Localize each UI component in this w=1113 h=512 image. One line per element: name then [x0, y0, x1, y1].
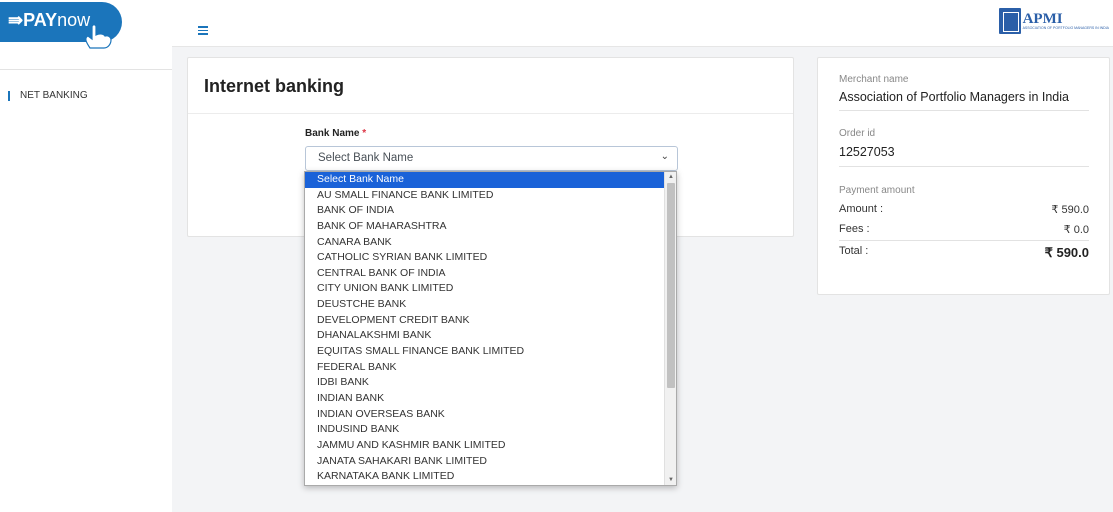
bank-option[interactable]: JANATA SAHAKARI BANK LIMITED [305, 454, 676, 470]
total-label: Total : [839, 245, 869, 257]
sidebar: ⇛PAYnow NET BANKING [0, 0, 172, 512]
order-id-value: 12527053 [839, 145, 895, 159]
fees-label: Fees : [839, 223, 870, 235]
paynow-logo[interactable]: ⇛PAYnow [0, 2, 122, 49]
bank-option[interactable]: KARNATAKA BANK LIMITED [305, 469, 676, 485]
bank-option[interactable]: EQUITAS SMALL FINANCE BANK LIMITED [305, 344, 676, 360]
summary-divider [839, 240, 1089, 241]
amount-row: Amount : ₹ 590.0 [839, 203, 1089, 216]
bank-option[interactable]: BANK OF INDIA [305, 203, 676, 219]
fees-value: ₹ 0.0 [1063, 224, 1089, 236]
bank-select[interactable]: Select Bank Name ⌄ [305, 146, 678, 171]
summary-divider [839, 110, 1089, 111]
bank-option[interactable]: FEDERAL BANK [305, 360, 676, 376]
order-id-label: Order id [839, 128, 876, 139]
hand-pointer-icon [85, 24, 112, 49]
bank-option[interactable]: CENTRAL BANK OF INDIA [305, 266, 676, 282]
summary-divider [839, 166, 1089, 167]
total-row: Total : ₹ 590.0 [839, 245, 1089, 261]
merchant-name-label: Merchant name [839, 74, 909, 85]
sidebar-item-label: NET BANKING [20, 90, 88, 101]
bank-option[interactable]: Select Bank Name [305, 172, 676, 188]
bank-option[interactable]: DEUSTCHE BANK [305, 297, 676, 313]
bank-name-label: Bank Name * [305, 128, 367, 139]
bank-dropdown-list[interactable]: Select Bank Name AU SMALL FINANCE BANK LI… [304, 171, 677, 486]
bank-select-value: Select Bank Name [318, 152, 414, 164]
bank-option[interactable]: DEVELOPMENT CREDIT BANK [305, 313, 676, 329]
fees-row: Fees : ₹ 0.0 [839, 223, 1089, 236]
bank-option[interactable]: JAMMU AND KASHMIR BANK LIMITED [305, 438, 676, 454]
order-summary-card: Merchant name Association of Portfolio M… [817, 57, 1110, 295]
sidebar-divider [0, 69, 172, 70]
merchant-name-value: Association of Portfolio Managers in Ind… [839, 90, 1069, 104]
total-value: ₹ 590.0 [1044, 245, 1089, 260]
top-bar: APMI ASSOCIATION OF PORTFOLIO MANAGERS I… [172, 0, 1113, 47]
arrow-icon: ⇛ [8, 10, 24, 30]
apmi-title: APMI [1022, 10, 1063, 27]
bank-option[interactable]: INDIAN OVERSEAS BANK [305, 407, 676, 423]
chevron-down-icon: ⌄ [660, 151, 669, 162]
bank-option[interactable]: IDBI BANK [305, 375, 676, 391]
dropdown-scrollbar[interactable]: ▲ ▼ [664, 172, 676, 485]
bank-option[interactable]: CANARA BANK [305, 235, 676, 251]
amount-label: Amount : [839, 203, 884, 215]
page-title: Internet banking [204, 76, 345, 96]
bank-option[interactable]: DHANALAKSHMI BANK [305, 328, 676, 344]
scroll-up-icon[interactable]: ▲ [665, 172, 676, 182]
bank-option[interactable]: BANK OF MAHARASHTRA [305, 219, 676, 235]
bank-option[interactable]: INDIAN BANK [305, 391, 676, 407]
bank-option[interactable]: AU SMALL FINANCE BANK LIMITED [305, 188, 676, 204]
payment-amount-label: Payment amount [839, 185, 915, 196]
sidebar-item-net-banking[interactable]: NET BANKING [8, 90, 88, 101]
apmi-subtitle: ASSOCIATION OF PORTFOLIO MANAGERS IN IND… [1022, 25, 1109, 30]
apmi-emblem-icon [998, 8, 1021, 34]
hamburger-menu-icon[interactable] [198, 26, 208, 35]
bank-option[interactable]: CATHOLIC SYRIAN BANK LIMITED [305, 250, 676, 266]
apmi-logo: APMI ASSOCIATION OF PORTFOLIO MANAGERS I… [998, 5, 1109, 37]
required-mark: * [362, 128, 367, 139]
card-divider [188, 113, 793, 114]
amount-value: ₹ 590.0 [1051, 204, 1089, 216]
scrollbar-thumb[interactable] [667, 183, 675, 388]
active-indicator [8, 90, 10, 101]
bank-option[interactable]: CITY UNION BANK LIMITED [305, 281, 676, 297]
options-container: Select Bank Name AU SMALL FINANCE BANK LI… [305, 172, 676, 485]
bank-option[interactable]: INDUSIND BANK [305, 422, 676, 438]
logo-pay-text: PAY [23, 10, 58, 30]
scroll-down-icon[interactable]: ▼ [665, 475, 676, 485]
